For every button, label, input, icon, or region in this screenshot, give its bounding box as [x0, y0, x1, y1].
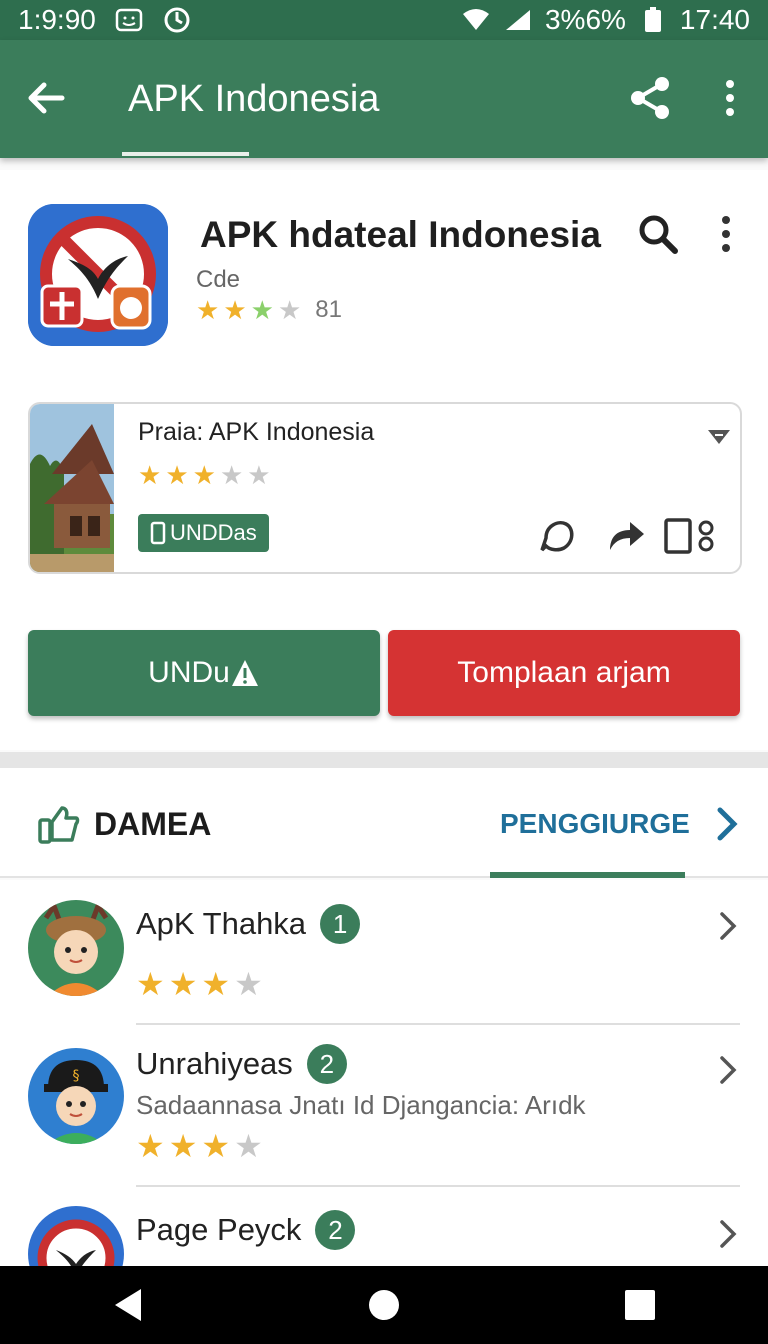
download-badge-label: UNDDas	[170, 520, 257, 545]
window-icon[interactable]	[664, 516, 716, 556]
like-icon[interactable]	[536, 516, 580, 556]
temple-thumbnail	[30, 404, 114, 572]
battery-percent: 3%6%	[544, 4, 626, 35]
star-empty-icon: ★	[219, 460, 244, 490]
sync-icon	[162, 6, 192, 34]
dropdown-icon[interactable]	[706, 426, 732, 446]
review-author-name: ApK Thahka	[136, 906, 307, 941]
section-divider	[0, 752, 768, 768]
avatar: §	[28, 1048, 124, 1144]
warning-icon	[231, 660, 258, 686]
star-full-icon: ★	[168, 1128, 198, 1164]
review-list: ApK Thahka 1 ★ ★ ★ ★ § Unrahiyeas 2 Sada…	[0, 880, 768, 1266]
list-item[interactable]: § Unrahiyeas 2 Sadaannasa Jnatı Id Dјang…	[0, 1026, 768, 1188]
forward-icon[interactable]	[604, 516, 648, 556]
review-count-badge: 2	[315, 1210, 356, 1250]
review-star-rating: ★ ★ ★ ★	[136, 968, 263, 1000]
star-full-icon: ★	[192, 460, 216, 490]
app-developer: Cde	[196, 266, 241, 293]
divider	[136, 1023, 740, 1025]
system-nav-bar	[0, 1266, 768, 1344]
screen: 1:9:90 3%6% 17:40 APK Indonesia APK hdat…	[0, 0, 768, 1344]
more-vert-icon[interactable]	[712, 74, 748, 122]
review-author: Unrahiyeas 2	[136, 1044, 347, 1084]
status-left-text: 1:9:90	[18, 4, 96, 35]
search-icon[interactable]	[636, 212, 680, 256]
screenshot-icon	[114, 6, 144, 34]
download-button-label: UNDu	[148, 656, 230, 689]
review-author-name: Page Peyck	[136, 1212, 302, 1247]
section-label: DAMEA	[94, 806, 212, 842]
share-icon[interactable]	[626, 74, 674, 122]
star-full-icon: ★	[201, 966, 231, 1002]
app-bar: APK Indonesia	[0, 40, 768, 158]
rating-count: 81	[315, 296, 342, 323]
overflow-menu-icon[interactable]	[712, 212, 740, 256]
wifi-icon	[461, 6, 491, 34]
star-full-icon: ★	[196, 295, 220, 325]
tab-reviews[interactable]: PENGGIURGE	[500, 808, 690, 840]
star-empty-icon: ★	[277, 295, 302, 325]
star-full-icon: ★	[136, 1128, 165, 1164]
status-time: 17:40	[679, 4, 750, 35]
tab-indicator	[122, 152, 249, 156]
download-badge[interactable]: UNDDas	[138, 514, 269, 552]
avatar	[28, 1206, 124, 1266]
card-star-rating: ★ ★ ★ ★ ★	[138, 462, 271, 488]
chevron-right-icon[interactable]	[716, 1052, 740, 1088]
featured-app-card[interactable]: Praia: APK Indonesia ★ ★ ★ ★ ★ UNDDas	[28, 402, 742, 574]
svg-text:§: §	[73, 1068, 80, 1084]
avatar	[28, 900, 124, 996]
download-button[interactable]: UNDu	[28, 630, 380, 716]
star-full-icon: ★	[201, 1128, 231, 1164]
review-count-badge: 2	[306, 1044, 347, 1084]
star-full-icon: ★	[136, 966, 165, 1002]
nav-back-icon[interactable]	[108, 1285, 148, 1325]
app-bar-title: APK Indonesia	[128, 78, 380, 120]
star-empty-icon: ★	[234, 966, 263, 1002]
battery-icon	[638, 6, 668, 34]
divider	[136, 1185, 740, 1187]
review-author: Page Peyck 2	[136, 1210, 356, 1250]
review-count-badge: 1	[320, 904, 361, 944]
secondary-action-button[interactable]: Tomplaan arjam	[388, 630, 740, 716]
star-empty-icon: ★	[247, 460, 271, 490]
app-name: APK hdateal Indonesia	[200, 214, 601, 255]
app-rating: ★ ★ ★ ★ 81	[196, 296, 342, 324]
app-header: APK hdateal Indonesia Cde ★ ★ ★ ★ 81 Pra…	[0, 170, 768, 750]
review-author: ApK Thahka 1	[136, 904, 361, 944]
card-title: Praia: APK Indonesia	[138, 418, 375, 446]
tab-underline	[490, 872, 685, 878]
signal-icon	[503, 6, 533, 34]
star-rating: ★ ★ ★ ★	[196, 297, 301, 323]
app-logo-icon	[28, 204, 168, 346]
chevron-right-icon[interactable]	[716, 1216, 740, 1252]
star-empty-icon: ★	[234, 1128, 263, 1164]
reviews-section-header: DAMEA PENGGIURGE	[0, 768, 768, 878]
star-full-icon: ★	[223, 295, 247, 325]
review-star-rating: ★ ★ ★ ★	[136, 1130, 263, 1162]
back-arrow-icon[interactable]	[22, 74, 70, 122]
review-text: Sadaannasa Jnatı Id Dјangancia: Arıdk	[136, 1090, 586, 1120]
list-item[interactable]: ApK Thahka 1 ★ ★ ★ ★	[0, 880, 768, 1026]
file-icon	[150, 521, 166, 545]
status-bar: 1:9:90 3%6% 17:40	[0, 0, 768, 40]
star-partial-icon: ★	[250, 295, 274, 325]
nav-recents-icon[interactable]	[620, 1285, 660, 1325]
star-full-icon: ★	[168, 966, 198, 1002]
star-full-icon: ★	[138, 460, 162, 490]
nav-home-icon[interactable]	[364, 1285, 404, 1325]
star-full-icon: ★	[165, 460, 189, 490]
list-item[interactable]: Page Peyck 2	[0, 1188, 768, 1266]
chevron-right-icon[interactable]	[712, 806, 742, 842]
thumbs-up-icon	[38, 804, 80, 844]
review-author-name: Unrahiyeas	[136, 1046, 293, 1081]
chevron-right-icon[interactable]	[716, 908, 740, 944]
